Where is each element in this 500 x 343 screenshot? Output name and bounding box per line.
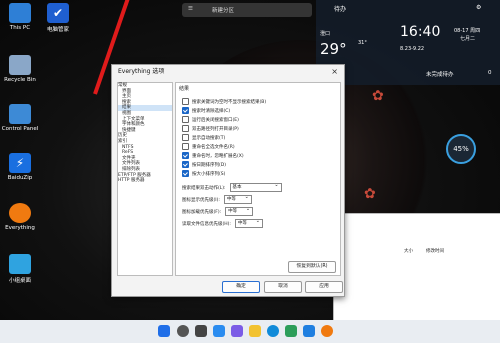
option-row[interactable]: 显示自动搜索(T): [182, 134, 225, 141]
tree-item[interactable]: HTTP 服务器: [118, 178, 172, 184]
widget-icon: [9, 254, 31, 274]
desktop-icon-this-pc[interactable]: This PC: [0, 3, 40, 31]
icon-load-dropdown[interactable]: 中等: [225, 206, 254, 216]
desktop-icon-baiduzip[interactable]: ⚡ BaiduZip: [0, 153, 40, 181]
checkbox[interactable]: [182, 161, 189, 168]
column-date[interactable]: 修改时间: [426, 248, 444, 254]
everything-icon[interactable]: [321, 325, 333, 337]
desktop-icon-control-panel[interactable]: Control Panel: [0, 104, 40, 132]
file-info-dropdown[interactable]: 中等: [234, 218, 263, 228]
checkbox[interactable]: [182, 170, 189, 177]
option-row[interactable]: 按日期排序列(D): [182, 161, 226, 168]
fence-title: 新建分区: [212, 8, 235, 14]
search-icon: [9, 203, 31, 223]
results-panel: 结果 搜索关键词为空时不显示搜索结果(B) 搜索时清除选择(C) 运行后关闭搜索…: [175, 82, 341, 276]
cancel-button[interactable]: 取消: [264, 281, 302, 293]
select-row: 图标显示优先级(I): 中等: [182, 194, 252, 204]
store-icon[interactable]: [285, 325, 297, 337]
folder-icon[interactable]: [249, 325, 261, 337]
everything-window[interactable]: 大小 修改时间: [333, 213, 500, 322]
date-range: 8.23-9.22: [400, 46, 425, 52]
desktop-icon-everything[interactable]: Everything: [0, 203, 40, 231]
lunar-date: 七月二: [460, 36, 476, 42]
desktop-icon-recycle-bin[interactable]: Recycle Bin: [0, 55, 40, 83]
todo-title: 待办: [334, 6, 347, 13]
checkbox[interactable]: [182, 143, 189, 150]
option-row[interactable]: 双击路径列打开目录(P): [182, 125, 239, 132]
close-button[interactable]: ×: [331, 65, 338, 79]
flower-decoration: ✿: [372, 88, 384, 104]
chat-icon[interactable]: [231, 325, 243, 337]
checkbox[interactable]: [182, 107, 189, 114]
taskbar: [0, 320, 500, 343]
panel-title: 结果: [179, 86, 190, 92]
dialog-titlebar[interactable]: Everything 选项 ×: [112, 65, 344, 79]
settings-icon[interactable]: ⚙: [476, 4, 481, 11]
start-icon[interactable]: [158, 325, 170, 337]
action-dropdown[interactable]: 基本: [229, 182, 282, 192]
cpu-gauge[interactable]: 45%: [446, 134, 476, 164]
temperature-range: 31°: [358, 40, 367, 46]
select-row: 读取文件信息优先级(H): 中等: [182, 218, 263, 228]
control-panel-icon: [9, 104, 31, 124]
apply-button[interactable]: 应用: [305, 281, 343, 293]
fence-bar[interactable]: ☰ 新建分区: [182, 3, 312, 17]
checkbox[interactable]: [182, 98, 189, 105]
edge-icon[interactable]: [267, 325, 279, 337]
options-dialog[interactable]: Everything 选项 × 常规 界面 主页 搜索 结果 视图 上下文菜单 …: [111, 64, 345, 297]
zip-icon[interactable]: [303, 325, 315, 337]
option-row[interactable]: 搜索关键词为空时不显示搜索结果(B): [182, 98, 266, 105]
dialog-title: Everything 选项: [118, 68, 165, 75]
temperature: 29°: [320, 40, 347, 58]
option-row[interactable]: 运行后关闭搜索窗口(E): [182, 116, 239, 123]
search-icon[interactable]: [177, 325, 189, 337]
trash-icon: [9, 55, 31, 75]
option-row[interactable]: 重命名全选文件名(R): [182, 143, 235, 150]
ok-button[interactable]: 确定: [222, 281, 260, 293]
computer-icon: [9, 3, 31, 23]
flower-decoration: ✿: [364, 186, 376, 202]
option-row[interactable]: 重命名时，忽略扩展名(X): [182, 152, 244, 159]
desktop-icon-pc-manager[interactable]: ✔ 电脑管家: [38, 3, 78, 33]
restore-defaults-button[interactable]: 恢复到默认(R): [288, 261, 336, 273]
city-label: 澄口: [320, 31, 331, 37]
todo-count: 0: [488, 70, 492, 76]
clock-date: 08-17 周四: [454, 28, 481, 34]
select-row: 图标加载优先级(F): 中等: [182, 206, 254, 216]
checkbox[interactable]: [182, 116, 189, 123]
option-row[interactable]: 按大小排序列(S): [182, 170, 225, 177]
menu-icon: ☰: [188, 6, 193, 12]
shield-icon: ✔: [47, 3, 69, 23]
task-view-icon[interactable]: [195, 325, 207, 337]
option-row[interactable]: 搜索时清除选择(C): [182, 107, 230, 114]
clock-time: 16:40: [400, 24, 441, 40]
todo-status: 未完成待办: [426, 72, 454, 78]
checkbox[interactable]: [182, 134, 189, 141]
widgets-icon[interactable]: [213, 325, 225, 337]
checkbox[interactable]: [182, 125, 189, 132]
zip-icon: ⚡: [9, 153, 31, 173]
icon-display-dropdown[interactable]: 中等: [223, 194, 252, 204]
select-row: 搜索结果双击动作(L): 基本: [182, 182, 282, 192]
settings-tree[interactable]: 常规 界面 主页 搜索 结果 视图 上下文菜单 字体和颜色 快捷键 历史 索引 …: [117, 82, 173, 276]
column-size[interactable]: 大小: [404, 248, 413, 254]
desktop-icon-widget[interactable]: 小组桌面: [0, 254, 40, 284]
checkbox[interactable]: [182, 152, 189, 159]
